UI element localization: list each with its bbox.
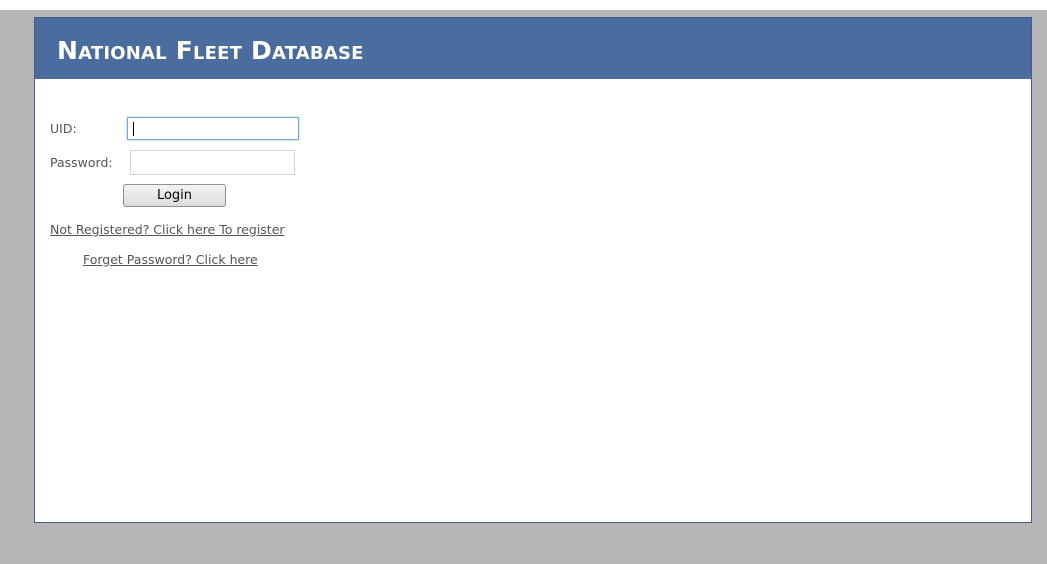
app-title: National Fleet Database bbox=[57, 36, 364, 65]
register-link[interactable]: Not Registered? Click here To register bbox=[50, 222, 285, 238]
password-input[interactable] bbox=[130, 150, 295, 175]
header-bar: National Fleet Database bbox=[35, 18, 1031, 79]
login-page-panel: National Fleet Database UID: Password: L… bbox=[34, 17, 1032, 523]
uid-label: UID: bbox=[50, 121, 77, 136]
login-button[interactable]: Login bbox=[123, 184, 226, 207]
uid-input[interactable] bbox=[127, 117, 299, 140]
text-caret bbox=[133, 122, 134, 136]
forgot-password-link[interactable]: Forget Password? Click here bbox=[83, 252, 258, 268]
password-label: Password: bbox=[50, 155, 113, 170]
top-strip bbox=[0, 0, 1047, 10]
